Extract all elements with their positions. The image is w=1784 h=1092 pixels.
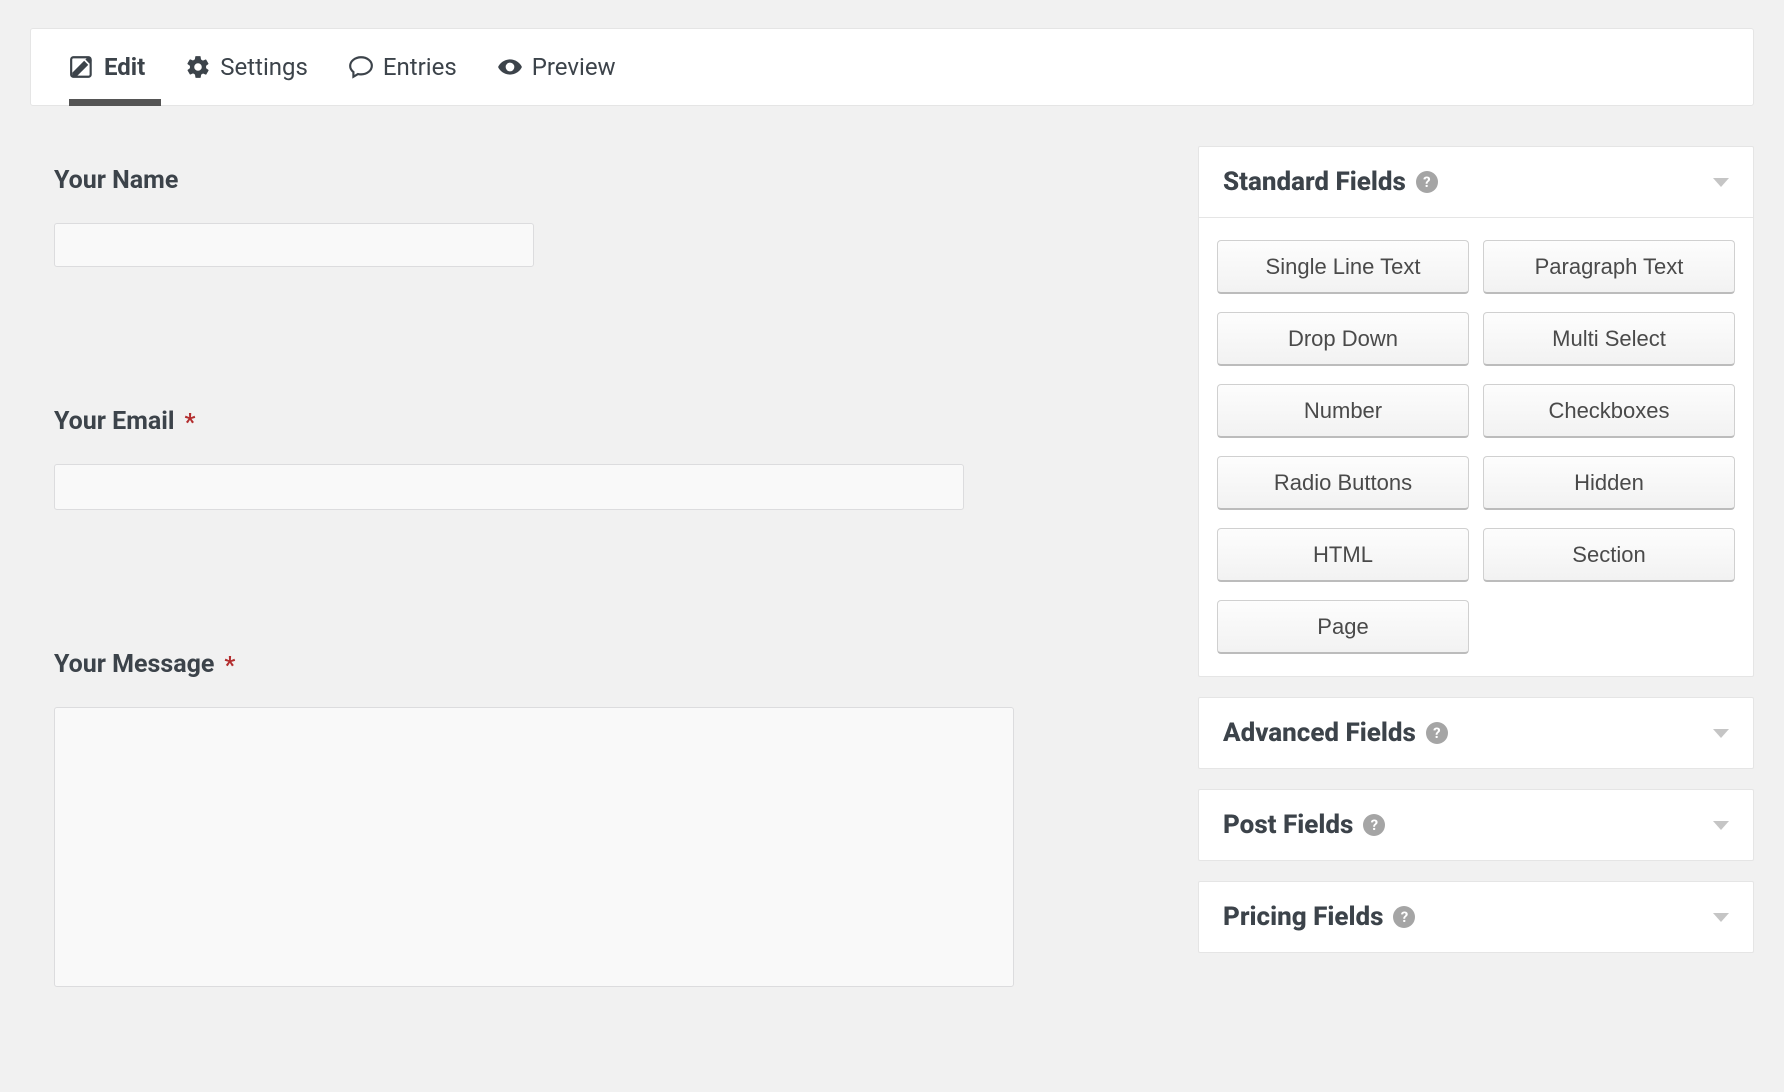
eye-icon xyxy=(497,54,523,80)
field-label: Your Name xyxy=(54,166,1160,195)
email-input[interactable] xyxy=(54,464,964,510)
add-single-line-text-button[interactable]: Single Line Text xyxy=(1217,240,1469,294)
help-icon[interactable]: ? xyxy=(1393,906,1415,928)
add-checkboxes-button[interactable]: Checkboxes xyxy=(1483,384,1735,438)
add-number-button[interactable]: Number xyxy=(1217,384,1469,438)
tab-edit[interactable]: Edit xyxy=(49,29,165,105)
panel-body-standard: Single Line Text Paragraph Text Drop Dow… xyxy=(1199,218,1753,676)
field-label-text: Your Email xyxy=(54,407,175,436)
editor-toolbar: Edit Settings Entries Preview xyxy=(30,28,1754,106)
panel-post-fields: Post Fields ? xyxy=(1198,789,1754,861)
help-icon[interactable]: ? xyxy=(1426,722,1448,744)
field-your-email[interactable]: Your Email * xyxy=(54,407,1160,510)
panel-advanced-fields: Advanced Fields ? xyxy=(1198,697,1754,769)
field-label-text: Your Message xyxy=(54,650,214,679)
tab-edit-label: Edit xyxy=(104,53,145,81)
panel-header-pricing[interactable]: Pricing Fields ? xyxy=(1199,882,1753,952)
panel-header-advanced[interactable]: Advanced Fields ? xyxy=(1199,698,1753,768)
panel-title-text: Standard Fields xyxy=(1223,167,1406,197)
chevron-down-icon xyxy=(1713,178,1729,187)
panel-standard-fields: Standard Fields ? Single Line Text Parag… xyxy=(1198,146,1754,677)
name-input[interactable] xyxy=(54,223,534,267)
panel-title-text: Post Fields xyxy=(1223,810,1353,840)
panel-title: Pricing Fields ? xyxy=(1223,902,1415,932)
required-mark: * xyxy=(185,408,196,436)
tab-preview-label: Preview xyxy=(532,53,616,81)
gears-icon xyxy=(185,54,211,80)
required-mark: * xyxy=(224,651,235,679)
add-hidden-button[interactable]: Hidden xyxy=(1483,456,1735,510)
fields-sidebar: Standard Fields ? Single Line Text Parag… xyxy=(1198,146,1754,953)
tab-preview[interactable]: Preview xyxy=(477,29,636,105)
panel-pricing-fields: Pricing Fields ? xyxy=(1198,881,1754,953)
add-section-button[interactable]: Section xyxy=(1483,528,1735,582)
add-radio-buttons-button[interactable]: Radio Buttons xyxy=(1217,456,1469,510)
tab-entries-label: Entries xyxy=(383,53,457,81)
add-drop-down-button[interactable]: Drop Down xyxy=(1217,312,1469,366)
chevron-down-icon xyxy=(1713,913,1729,922)
panel-header-post[interactable]: Post Fields ? xyxy=(1199,790,1753,860)
tab-entries[interactable]: Entries xyxy=(328,29,477,105)
panel-title-text: Pricing Fields xyxy=(1223,902,1383,932)
field-label-text: Your Name xyxy=(54,166,178,195)
field-your-name[interactable]: Your Name xyxy=(54,166,1160,267)
field-your-message[interactable]: Your Message * xyxy=(54,650,1160,987)
form-canvas: Your Name Your Email * Your Message * xyxy=(30,146,1170,987)
help-icon[interactable]: ? xyxy=(1416,171,1438,193)
add-paragraph-text-button[interactable]: Paragraph Text xyxy=(1483,240,1735,294)
message-textarea[interactable] xyxy=(54,707,1014,987)
chevron-down-icon xyxy=(1713,821,1729,830)
panel-header-standard[interactable]: Standard Fields ? xyxy=(1199,147,1753,218)
add-multi-select-button[interactable]: Multi Select xyxy=(1483,312,1735,366)
tab-settings[interactable]: Settings xyxy=(165,29,328,105)
field-label: Your Email * xyxy=(54,407,1160,436)
panel-title: Advanced Fields ? xyxy=(1223,718,1448,748)
comment-icon xyxy=(348,54,374,80)
add-page-button[interactable]: Page xyxy=(1217,600,1469,654)
panel-title: Standard Fields ? xyxy=(1223,167,1438,197)
main-area: Your Name Your Email * Your Message * St… xyxy=(0,106,1784,987)
add-html-button[interactable]: HTML xyxy=(1217,528,1469,582)
panel-title-text: Advanced Fields xyxy=(1223,718,1416,748)
field-label: Your Message * xyxy=(54,650,1160,679)
help-icon[interactable]: ? xyxy=(1363,814,1385,836)
edit-icon xyxy=(69,54,95,80)
tab-settings-label: Settings xyxy=(220,53,308,81)
chevron-down-icon xyxy=(1713,729,1729,738)
panel-title: Post Fields ? xyxy=(1223,810,1385,840)
